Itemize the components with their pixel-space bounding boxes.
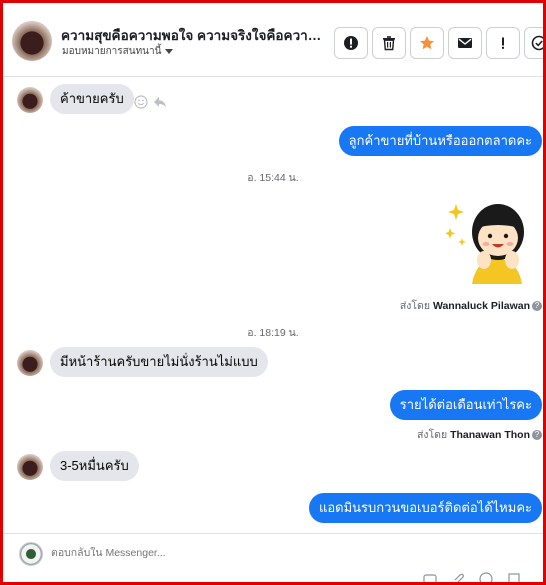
sent-by-prefix: ส่งโดย [417,429,448,441]
help-icon: ? [532,301,542,312]
saved-reply-icon[interactable] [507,572,521,585]
sender-avatar [17,87,43,113]
reply-composer [3,533,543,585]
spam-button[interactable] [334,27,368,59]
sent-by-label: ส่งโดย Wannaluck Pilawan? [400,297,542,314]
star-icon [420,36,434,50]
message-timestamp: อ. 15:44 น. [247,172,299,184]
done-button[interactable] [524,27,546,59]
gif-icon[interactable] [423,572,437,585]
message-thread: ค้าขายครับ ลูกค้าขายที่บ้านหรือออกตลาดคะ… [3,78,543,532]
check-circle-icon [531,35,546,51]
page-avatar [19,542,43,566]
incoming-message: มีหน้าร้านครับขายไม่นั่งร้านไม่แบบ [50,347,268,377]
star-button[interactable] [410,27,444,59]
incoming-message: 3-5หมื่นครับ [50,451,139,481]
outgoing-message: รายได้ต่อเดือนเท่าไรคะ [389,390,542,420]
sent-by-label: ส่งโดย Thanawan Thon? [417,426,542,443]
help-icon: ? [532,430,542,441]
outgoing-message: แอดมินรบกวนขอเบอร์ติดต่อได้ไหมคะ [308,493,542,523]
incoming-message: ค้าขายครับ [50,84,134,114]
attachment-icon[interactable] [451,572,465,585]
conversation-header: ความสุขคือความพอใจ ความจริงใจคือความ... … [3,3,546,77]
sender-avatar [17,350,43,376]
assign-label: มอบหมายการสนทนานี้ [62,46,162,57]
follow-up-button[interactable] [486,27,520,59]
sticker-girl-image [446,204,524,284]
caret-down-icon [165,48,174,54]
envelope-icon [458,38,472,48]
sent-by-prefix: ส่งโดย [399,300,431,312]
exclamation-icon [502,37,504,49]
conversation-title[interactable]: ความสุขคือความพอใจ ความจริงใจคือความ... [61,24,323,46]
message-timestamp: อ. 18:19 น. [247,327,299,339]
delete-button[interactable] [372,27,406,59]
reply-arrow-icon[interactable] [153,95,167,109]
trash-icon [383,36,395,51]
alert-circle-icon [344,36,358,50]
reply-input[interactable] [51,547,351,559]
emoji-icon[interactable] [479,572,493,585]
mark-unread-button[interactable] [448,27,482,59]
composer-toolbar [423,572,521,585]
sender-name: Wannaluck Pilawan [432,300,530,312]
outgoing-message: ลูกค้าขายที่บ้านหรือออกตลาดคะ [338,126,542,156]
react-smiley-icon[interactable] [134,95,148,109]
sender-avatar [17,454,43,480]
sender-name: Thanawan Thon [450,429,530,441]
assign-conversation-dropdown[interactable]: มอบหมายการสนทนานี้ [62,44,174,59]
contact-avatar[interactable] [12,21,52,61]
